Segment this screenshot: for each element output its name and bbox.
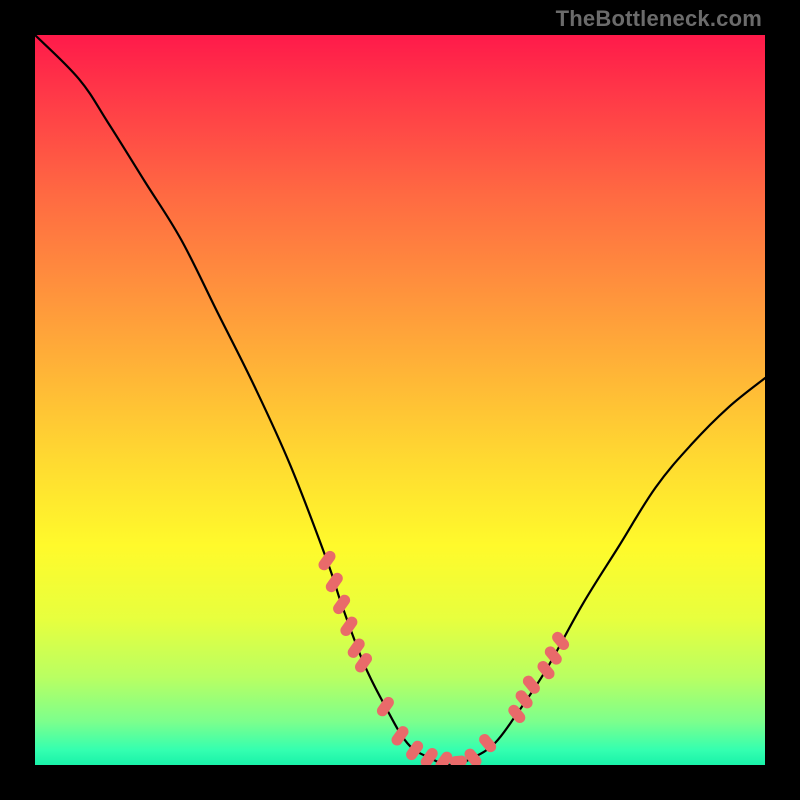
highlight-marker-group bbox=[324, 556, 564, 765]
curve-layer bbox=[35, 35, 765, 765]
highlight-dash bbox=[324, 556, 330, 564]
highlight-dash bbox=[441, 757, 447, 765]
highlight-dash bbox=[412, 746, 418, 754]
highlight-dash bbox=[558, 637, 564, 644]
highlight-dash bbox=[353, 644, 359, 652]
highlight-dash bbox=[426, 754, 432, 762]
highlight-dash bbox=[521, 696, 527, 703]
highlight-dash bbox=[331, 578, 337, 586]
highlight-dash bbox=[339, 600, 345, 608]
highlight-dash bbox=[514, 710, 520, 717]
highlight-dash bbox=[397, 732, 403, 740]
highlight-dash bbox=[550, 652, 556, 659]
highlight-dash bbox=[382, 702, 388, 710]
highlight-dash bbox=[485, 740, 491, 747]
highlight-dash bbox=[543, 667, 549, 674]
highlight-dash bbox=[528, 681, 534, 688]
watermark-text: TheBottleneck.com bbox=[556, 6, 762, 32]
bottleneck-curve-line bbox=[35, 35, 765, 765]
highlight-dash bbox=[470, 754, 476, 761]
highlight-dash bbox=[455, 761, 461, 762]
highlight-dash bbox=[346, 622, 352, 630]
chart-container bbox=[35, 35, 765, 765]
highlight-dash bbox=[361, 659, 367, 667]
